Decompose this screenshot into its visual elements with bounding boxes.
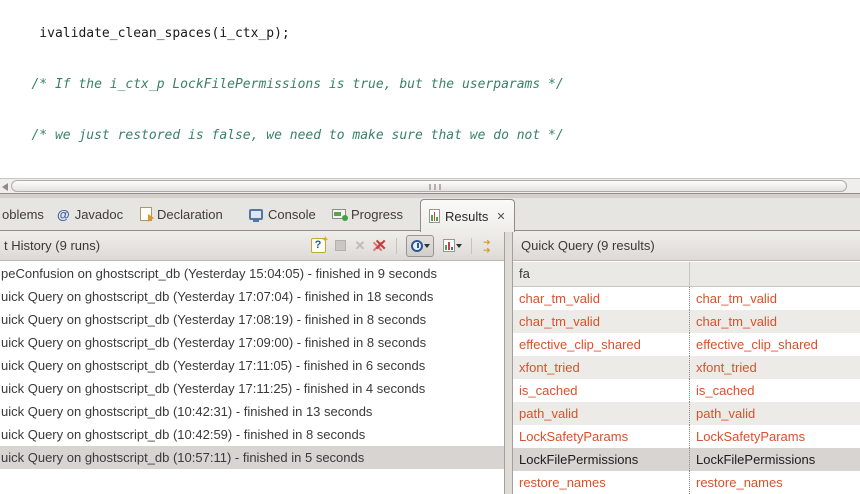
code-editor[interactable]: ivalidate_clean_spaces(i_ctx_p); /* If t… [0,0,860,178]
history-run-list: peConfusion on ghostscript_db (Yesterday… [0,262,504,494]
quick-query-table: fa char_tm_valid char_tm_valid char_tm_va… [513,262,860,494]
toolbar-separator [471,237,472,254]
code-content: ivalidate_clean_spaces(i_ctx_p); /* If t… [0,0,860,178]
eclipse-window: ivalidate_clean_spaces(i_ctx_p); /* If t… [0,0,860,494]
code-comment-line: /* we just restored is false, we need to… [8,128,564,143]
tab-label: Declaration [157,206,223,222]
editor-horizontal-scrollbar[interactable] [0,178,860,193]
tab-results[interactable]: Results ✕ [420,199,515,232]
history-run-row[interactable]: uick Query on ghostscript_db (Yesterday … [0,354,504,377]
results-chart-icon [429,209,440,223]
history-panel-header: t History (9 runs) ? ✕ ✕ [0,231,504,261]
tab-label: Console [268,206,316,222]
progress-icon [332,209,348,221]
history-run-row[interactable]: uick Query on ghostscript_db (10:42:31) … [0,400,504,423]
remove-all-icon[interactable]: ✕ [374,238,387,253]
help-icon[interactable]: ? [310,233,329,253]
close-icon[interactable]: ✕ [496,210,505,223]
toolbar-separator [396,237,397,254]
clear-icon-disabled: ✕ [354,238,366,253]
result-row[interactable]: effective_clip_shared effective_clip_shar… [513,333,860,356]
clock-icon [410,239,423,252]
result-row[interactable]: char_tm_valid char_tm_valid [513,287,860,310]
quick-query-filter-row: fa [513,262,860,287]
tab-progress[interactable]: Progress [332,198,403,230]
result-row[interactable]: restore_names restore_names [513,471,860,494]
result-row[interactable]: is_cached is_cached [513,379,860,402]
scrollbar-thumb[interactable] [11,180,847,192]
result-row[interactable]: LockSafetyParams LockSafetyParams [513,425,860,448]
pin-arrows-icon[interactable] [481,238,498,255]
tab-javadoc[interactable]: @ Javadoc [57,198,123,230]
history-run-row[interactable]: uick Query on ghostscript_db (Yesterday … [0,377,504,400]
view-tab-bar: oblems @ Javadoc Declaration Console Prog… [0,198,860,232]
quick-query-panel-header: Quick Query (9 results) [513,231,860,261]
code-line-clipped: ivalidate_clean_spaces(i_ctx_p); [8,26,290,41]
history-toolbar: ? ✕ ✕ [310,233,504,257]
tab-console[interactable]: Console [249,198,316,230]
dropdown-arrow-icon [456,243,462,248]
history-panel-title: t History (9 runs) [4,238,101,253]
quick-query-panel-title: Quick Query (9 results) [521,238,655,253]
tab-problems[interactable]: oblems [2,198,44,230]
console-icon [249,208,263,222]
tab-label: oblems [2,206,44,222]
result-row[interactable]: char_tm_valid char_tm_valid [513,310,860,333]
result-row[interactable]: path_valid path_valid [513,402,860,425]
history-panel: t History (9 runs) ? ✕ ✕ peConfusion on … [0,231,505,494]
history-run-row[interactable]: uick Query on ghostscript_db (10:42:59) … [0,423,504,446]
quick-query-panel: Quick Query (9 results) fa char_tm_valid… [512,231,860,494]
history-run-row-selected[interactable]: uick Query on ghostscript_db (10:57:11) … [0,446,504,469]
dropdown-arrow-icon [423,243,430,248]
scrollbar-grip-icon [429,184,443,190]
tab-label: Results [445,208,489,224]
chart-dropdown-icon[interactable] [443,239,462,252]
stop-icon-disabled [334,240,346,251]
declaration-icon [140,207,154,222]
tab-declaration[interactable]: Declaration [140,198,223,230]
tab-label: Javadoc [74,206,124,222]
code-comment-line: /* If the i_ctx_p LockFilePermissions is… [8,77,564,92]
history-run-row[interactable]: uick Query on ghostscript_db (Yesterday … [0,331,504,354]
chart-icon [443,239,455,252]
tab-label: Progress [351,206,404,222]
history-run-row[interactable]: uick Query on ghostscript_db (Yesterday … [0,308,504,331]
history-clock-dropdown-icon[interactable] [406,234,434,257]
javadoc-at-icon: @ [57,206,70,222]
history-run-row[interactable]: peConfusion on ghostscript_db (Yesterday… [0,262,504,285]
filter-input[interactable]: fa [513,262,690,286]
scrollbar-left-arrow-icon[interactable] [2,183,8,191]
filter-input-empty[interactable] [690,262,860,286]
result-row-selected[interactable]: LockFilePermissions LockFilePermissions [513,448,860,471]
history-run-row[interactable]: uick Query on ghostscript_db (Yesterday … [0,285,504,308]
result-row[interactable]: xfont_tried xfont_tried [513,356,860,379]
